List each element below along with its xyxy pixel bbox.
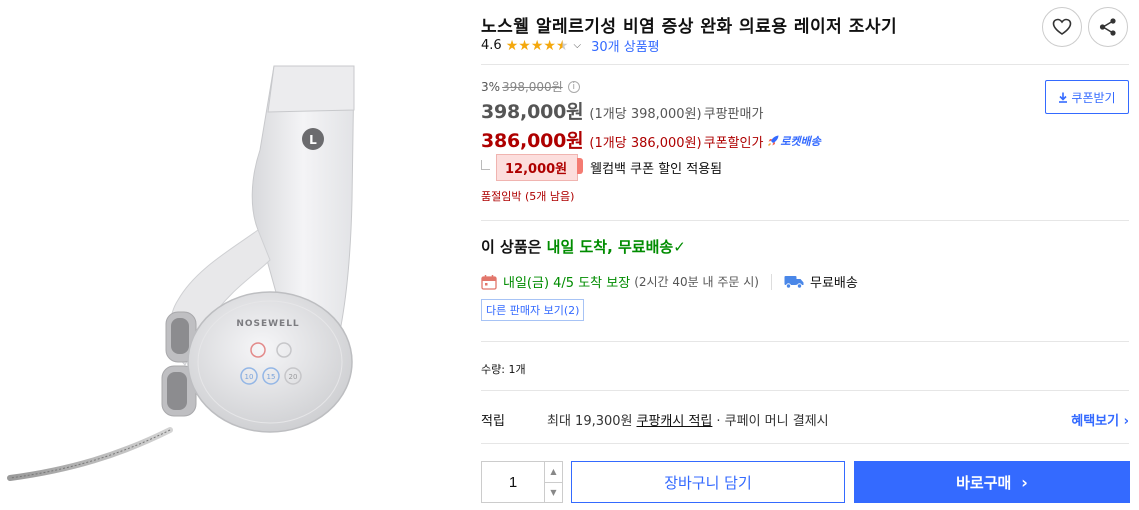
coupon-unit-price: (1개당 386,000원) — [589, 136, 702, 151]
sale-price: 398,000원 — [481, 101, 584, 123]
points-condition: · 쿠페이 머니 결제시 — [716, 414, 829, 429]
original-price-row: 3% 398,000원 i — [481, 78, 821, 95]
free-shipping-label: 무료배송 — [810, 276, 858, 291]
sale-price-tag: 쿠팡판매가 — [703, 107, 764, 122]
low-stock-notice: 품절임박 (5개 남음) — [481, 190, 575, 203]
arrival-guarantee: 내일(금) 4/5 도착 보장 — [503, 276, 631, 291]
separator — [771, 273, 772, 290]
add-to-cart-button[interactable]: 장바구니 담기 — [571, 461, 845, 503]
star-icon: ★ — [543, 37, 556, 54]
check-icon: ✓ — [673, 238, 686, 256]
delivery-info-row: 내일(금) 4/5 도착 보장 (2시간 40분 내 주문 시) 무료배송 — [481, 272, 858, 291]
divider — [481, 64, 1129, 65]
heart-icon — [1052, 18, 1072, 35]
divider — [481, 443, 1129, 444]
sale-unit-price: (1개당 398,000원) — [589, 107, 702, 122]
download-icon — [1059, 92, 1068, 103]
buy-now-label: 바로구매 — [956, 473, 1012, 492]
review-count-link[interactable]: 30개 상품평 — [591, 36, 660, 55]
download-coupon-label: 쿠폰받기 — [1071, 90, 1116, 105]
button-10: 10 — [245, 373, 254, 381]
welcome-coupon-amount: 12,000원 — [496, 154, 584, 181]
points-amount: 최대 19,300원 — [547, 414, 633, 429]
calendar-icon — [481, 274, 497, 290]
truck-icon — [784, 275, 804, 289]
product-info: 노스웰 알레르기성 비염 증상 완화 의료용 레이저 조사기 4.6 ★ ★ ★… — [481, 0, 1131, 510]
buy-now-button[interactable]: 바로구매 › — [854, 461, 1130, 503]
info-icon[interactable]: i — [567, 80, 580, 93]
rating-stars[interactable]: ★ ★ ★ ★ ★ ⌵ — [506, 39, 581, 53]
arrival-note: (2시간 40분 내 주문 시) — [634, 275, 759, 289]
points-label: 적립 — [481, 414, 505, 429]
coupon-price-row: 386,000원 (1개당 386,000원) 쿠폰할인가 로켓배송 — [481, 126, 821, 153]
divider — [481, 390, 1129, 391]
headset-illustration: L NOSEWELL 10 15 20 — [7, 65, 355, 481]
rocket-delivery-badge: 로켓배송 — [767, 133, 821, 149]
star-icon: ★ — [518, 37, 531, 54]
star-icon: ★ — [505, 37, 519, 54]
welcome-coupon-row: 12,000원 웰컴백 쿠폰 할인 적용됨 — [481, 154, 722, 181]
view-benefits-link[interactable]: 혜택보기 › — [1071, 410, 1129, 429]
delivery-headline-highlight: 내일 도착, 무료배송 — [546, 238, 674, 256]
coupon-price: 386,000원 — [481, 130, 584, 152]
rocket-delivery-label: 로켓배송 — [780, 134, 821, 148]
stepper-controls: ▲ ▼ — [544, 462, 562, 502]
decrease-quantity-button[interactable]: ▼ — [545, 481, 562, 503]
coupon-price-tag: 쿠폰할인가 — [703, 136, 764, 151]
increase-quantity-button[interactable]: ▲ — [545, 462, 562, 482]
rating-value: 4.6 — [481, 38, 502, 53]
rating-row: 4.6 ★ ★ ★ ★ ★ ⌵ 30개 상품평 — [481, 36, 660, 55]
product-title: 노스웰 알레르기성 비염 증상 완화 의료용 레이저 조사기 — [481, 17, 898, 37]
delivery-headline: 이 상품은 내일 도착, 무료배송✓ — [481, 236, 686, 257]
side-badge: L — [309, 133, 317, 147]
share-button[interactable] — [1088, 7, 1128, 47]
welcome-coupon-text: 웰컴백 쿠폰 할인 적용됨 — [590, 162, 723, 177]
divider — [481, 220, 1129, 221]
button-15: 15 — [267, 373, 276, 381]
delivery-headline-prefix: 이 상품은 — [481, 238, 547, 256]
brand-text: NOSEWELL — [236, 319, 299, 329]
chevron-down-icon[interactable]: ⌵ — [574, 40, 582, 51]
star-icon: ★ — [530, 37, 544, 54]
rocket-icon — [768, 135, 779, 146]
price-block: 3% 398,000원 i 398,000원 (1개당 398,000원) 쿠팡… — [481, 78, 821, 153]
star-half-icon: ★ — [555, 37, 569, 54]
chevron-right-icon: › — [1021, 472, 1028, 492]
wishlist-button[interactable] — [1042, 7, 1082, 47]
download-coupon-button[interactable]: 쿠폰받기 — [1045, 80, 1129, 114]
coupang-cash-link[interactable]: 쿠팡캐시 적립 — [637, 410, 713, 429]
discount-rate: 3% — [481, 79, 501, 94]
divider — [481, 341, 1129, 342]
other-sellers-button[interactable]: 다른 판매자 보기(2) — [481, 299, 585, 321]
quantity-stepper: ▲ ▼ — [481, 461, 563, 503]
purchase-actions: ▲ ▼ 장바구니 담기 바로구매 › — [481, 461, 1131, 503]
original-price: 398,000원 — [502, 80, 563, 94]
share-icon — [1099, 18, 1116, 36]
corner-line-icon — [481, 159, 490, 170]
quantity-input[interactable] — [482, 462, 544, 502]
points-row: 적립 최대 19,300원 쿠팡캐시 적립 · 쿠페이 머니 결제시 혜택보기 … — [481, 410, 1129, 429]
product-image: L NOSEWELL 10 15 20 — [0, 0, 470, 510]
button-20: 20 — [289, 373, 298, 381]
sale-price-row: 398,000원 (1개당 398,000원) 쿠팡판매가 — [481, 97, 821, 124]
quantity-label: 수량: 1개 — [481, 363, 526, 376]
